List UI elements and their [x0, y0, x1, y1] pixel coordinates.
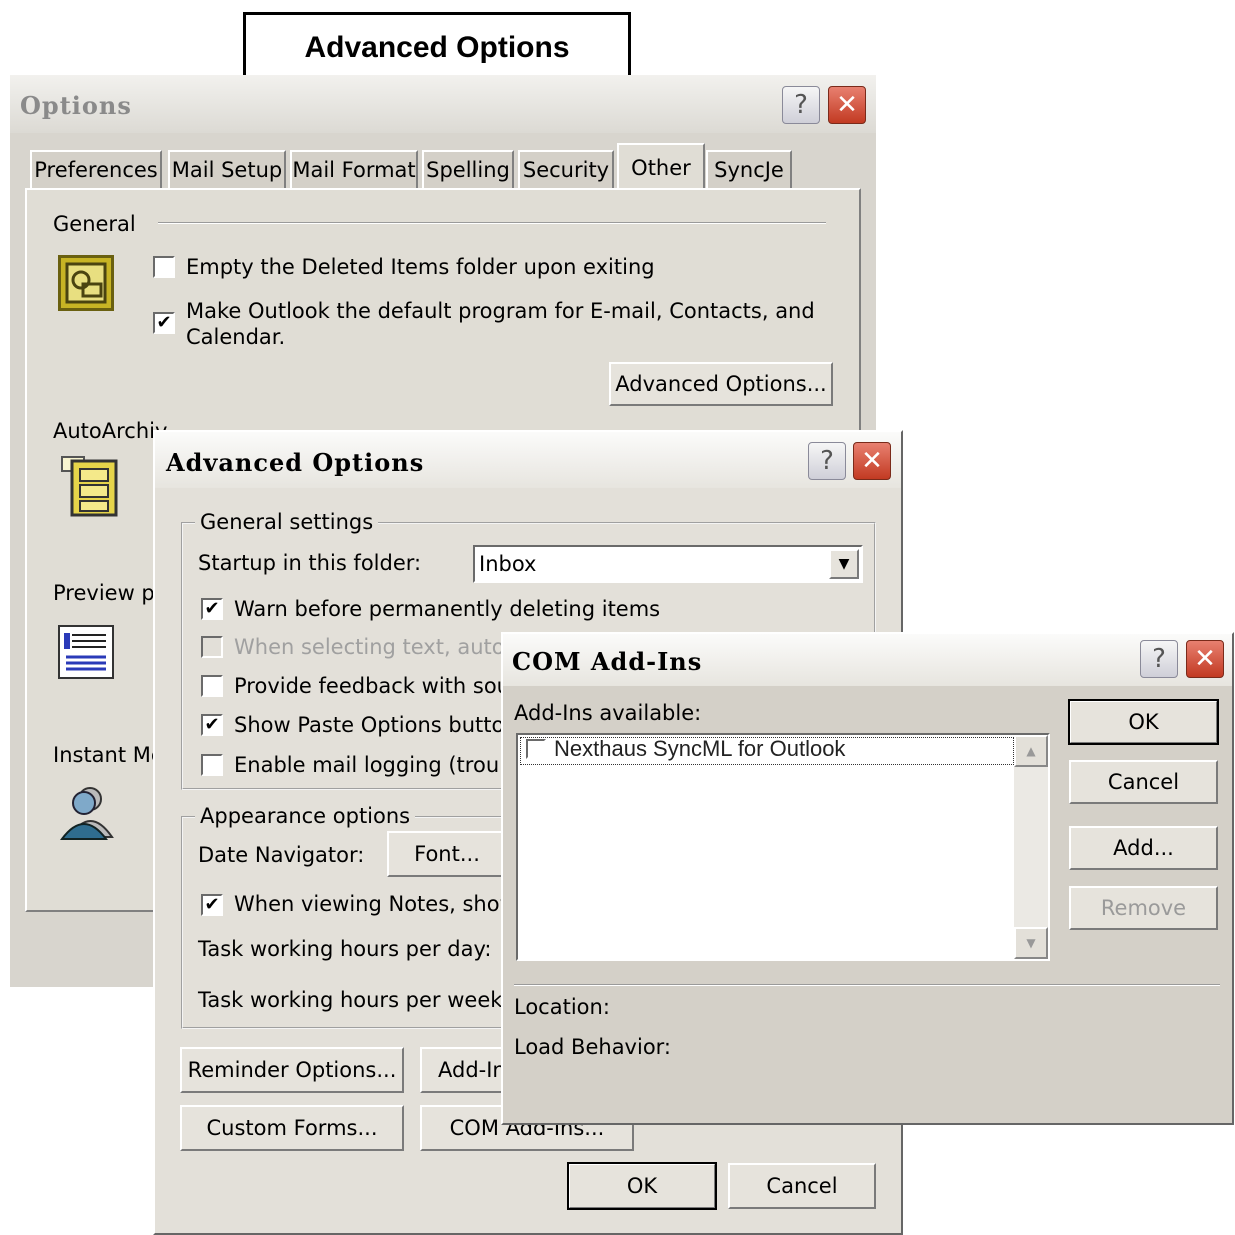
- load-behavior-label: Load Behavior:: [514, 1035, 672, 1059]
- tab-spelling[interactable]: Spelling: [422, 150, 514, 188]
- com-help-icon[interactable]: ?: [1140, 640, 1178, 678]
- startup-label: Startup in this folder:: [198, 551, 422, 575]
- advanced-options-button[interactable]: Advanced Options...: [609, 362, 833, 406]
- scroll-up-icon[interactable]: ▲: [1014, 735, 1048, 767]
- appearance-options-title: Appearance options: [195, 804, 416, 828]
- tab-security[interactable]: Security: [518, 150, 614, 188]
- font-button[interactable]: Font...: [387, 831, 507, 877]
- warn-label: Warn before permanently deleting items: [234, 597, 661, 621]
- com-separator: [514, 984, 1220, 986]
- instant-messaging-heading: Instant Me: [53, 743, 164, 767]
- date-navigator-label: Date Navigator:: [198, 843, 365, 867]
- task-hours-week-label: Task working hours per week:: [198, 988, 510, 1012]
- autoarchive-heading: AutoArchiv: [53, 419, 168, 443]
- list-scrollbar[interactable]: ▲ ▼: [1014, 735, 1048, 959]
- com-add-button[interactable]: Add...: [1069, 826, 1218, 870]
- select-text-checkbox[interactable]: [201, 636, 223, 658]
- instant-messaging-icon: [58, 785, 116, 841]
- notes-checkbox[interactable]: ✔: [201, 894, 223, 916]
- mail-logging-checkbox[interactable]: [201, 754, 223, 776]
- startup-folder-select[interactable]: Inbox ▼: [473, 545, 863, 583]
- task-hours-day-label: Task working hours per day:: [198, 937, 492, 961]
- feedback-checkbox[interactable]: [201, 675, 223, 697]
- empty-deleted-label: Empty the Deleted Items folder upon exit…: [186, 255, 655, 279]
- paste-options-checkbox[interactable]: ✔: [201, 714, 223, 736]
- com-cancel-button[interactable]: Cancel: [1069, 760, 1218, 804]
- location-label: Location:: [514, 995, 610, 1019]
- general-settings-title: General settings: [195, 510, 379, 534]
- archive-cabinet-icon: [58, 455, 120, 517]
- com-close-icon[interactable]: ✕: [1186, 640, 1224, 678]
- select-text-label: When selecting text, autom: [234, 635, 526, 659]
- com-ok-button[interactable]: OK: [1068, 699, 1219, 745]
- advanced-title: Advanced Options: [166, 448, 425, 477]
- feedback-label: Provide feedback with soun: [234, 674, 524, 698]
- empty-deleted-checkbox[interactable]: [153, 256, 175, 278]
- chevron-down-icon[interactable]: ▼: [829, 549, 859, 579]
- help-icon[interactable]: ?: [782, 86, 820, 124]
- advanced-close-icon[interactable]: ✕: [853, 442, 891, 480]
- paste-options-label: Show Paste Options buttons: [234, 713, 529, 737]
- warn-checkbox[interactable]: ✔: [201, 598, 223, 620]
- custom-forms-button[interactable]: Custom Forms...: [180, 1105, 404, 1151]
- preview-pane-icon: [58, 625, 114, 679]
- add-in-checkbox[interactable]: [526, 739, 546, 759]
- add-ins-list[interactable]: Nexthaus SyncML for Outlook ▲ ▼: [516, 733, 1050, 961]
- tab-mail-format[interactable]: Mail Format: [290, 150, 418, 188]
- general-heading: General: [53, 212, 136, 236]
- options-title: Options: [20, 91, 132, 120]
- default-program-checkbox[interactable]: ✔: [153, 312, 175, 334]
- general-separator: [158, 222, 826, 224]
- outlook-general-icon: [58, 255, 114, 311]
- tab-preferences[interactable]: Preferences: [30, 150, 162, 188]
- reminder-options-button[interactable]: Reminder Options...: [180, 1047, 404, 1093]
- default-program-label-2: Calendar.: [186, 325, 286, 349]
- tab-syncje[interactable]: SyncJe: [706, 150, 792, 188]
- tab-mail-setup[interactable]: Mail Setup: [168, 150, 286, 188]
- com-title: COM Add-Ins: [512, 647, 703, 676]
- close-icon[interactable]: ✕: [828, 86, 866, 124]
- notes-label: When viewing Notes, show: [234, 892, 517, 916]
- com-remove-button[interactable]: Remove: [1069, 886, 1218, 930]
- default-program-label-1: Make Outlook the default program for E-m…: [186, 299, 815, 323]
- com-add-label: Add...: [1113, 836, 1174, 860]
- tab-other[interactable]: Other: [617, 143, 705, 190]
- advanced-help-icon[interactable]: ?: [808, 442, 846, 480]
- preview-heading: Preview pa: [53, 581, 168, 605]
- options-titlebar: Options ? ✕: [10, 75, 876, 133]
- advanced-cancel-button[interactable]: Cancel: [728, 1163, 876, 1209]
- add-in-item-label: Nexthaus SyncML for Outlook: [554, 736, 846, 761]
- advanced-ok-button[interactable]: OK: [567, 1162, 717, 1210]
- callout-title: Advanced Options: [243, 12, 631, 83]
- startup-folder-value: Inbox: [479, 552, 537, 576]
- mail-logging-label: Enable mail logging (trouble: [234, 753, 532, 777]
- add-ins-available-label: Add-Ins available:: [514, 701, 702, 725]
- scroll-down-icon[interactable]: ▼: [1014, 927, 1048, 959]
